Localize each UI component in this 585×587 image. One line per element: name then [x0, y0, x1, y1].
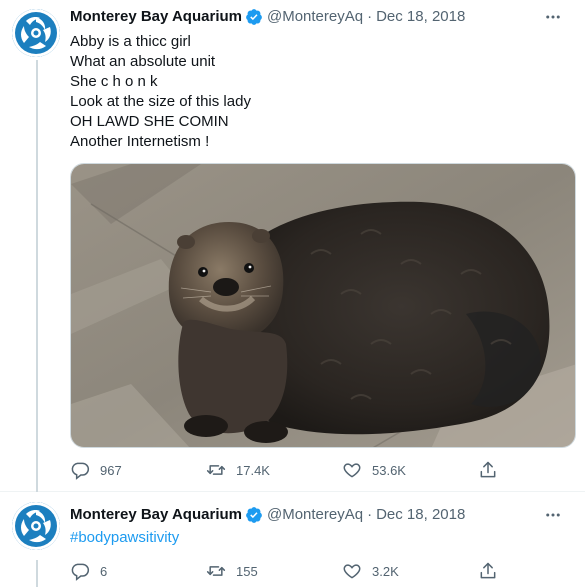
tweet-text-line: OH LAWD SHE COMIN: [70, 113, 229, 130]
reply-icon: [70, 561, 90, 581]
reply-icon: [70, 460, 90, 480]
verified-badge-icon: [245, 506, 263, 524]
hashtag-link[interactable]: #bodypawsitivity: [70, 528, 573, 548]
tweet-actions: 967 17.4K 53.6K: [70, 458, 500, 482]
like-count: 53.6K: [372, 462, 406, 478]
like-icon: [342, 460, 362, 480]
reply-button[interactable]: 967: [70, 458, 170, 482]
thread-connector-line: [36, 60, 38, 492]
like-button[interactable]: 53.6K: [342, 458, 442, 482]
avatar[interactable]: [12, 502, 60, 550]
sea-otter-photo: [71, 164, 575, 447]
author-name[interactable]: Monterey Bay Aquarium: [70, 505, 242, 525]
more-options-icon[interactable]: [541, 5, 565, 29]
tweet-header: Monterey Bay Aquarium @MontereyAq · Dec …: [70, 505, 573, 525]
share-button[interactable]: [478, 458, 500, 482]
retweet-icon: [206, 460, 226, 480]
tweet-text-line: Abby is a thicc girl: [70, 33, 191, 50]
verified-badge-icon: [245, 8, 263, 26]
retweet-count: 155: [236, 563, 258, 579]
author-handle[interactable]: @MontereyAq: [267, 505, 363, 525]
thread-connector-line: [36, 560, 38, 587]
tweet-media-photo[interactable]: [70, 163, 576, 448]
separator-dot: ·: [367, 506, 373, 523]
aquarium-logo-icon: [12, 502, 60, 550]
reply-button[interactable]: 6: [70, 559, 170, 583]
retweet-count: 17.4K: [236, 462, 270, 478]
share-icon: [478, 561, 498, 581]
reply-count: 6: [100, 563, 108, 579]
author-handle[interactable]: @MontereyAq: [267, 7, 363, 27]
author-name[interactable]: Monterey Bay Aquarium: [70, 7, 242, 27]
reply-count: 967: [100, 462, 122, 478]
tweet-date[interactable]: Dec 18, 2018: [376, 7, 465, 27]
tweet-text-line: What an absolute unit: [70, 53, 216, 70]
like-count: 3.2K: [372, 563, 399, 579]
like-button[interactable]: 3.2K: [342, 559, 442, 583]
tweet[interactable]: Monterey Bay Aquarium @MontereyAq · Dec …: [0, 492, 585, 587]
aquarium-logo-icon: [12, 9, 60, 57]
tweet-text-line: She c h o n k: [70, 73, 158, 90]
separator-dot: ·: [367, 8, 373, 25]
share-icon: [478, 460, 498, 480]
more-options-icon[interactable]: [541, 503, 565, 527]
retweet-icon: [206, 561, 226, 581]
retweet-button[interactable]: 155: [206, 559, 306, 583]
tweet-actions: 6 155 3.2K: [70, 559, 500, 583]
tweet-text: #bodypawsitivity: [70, 528, 573, 548]
retweet-button[interactable]: 17.4K: [206, 458, 306, 482]
tweet[interactable]: Monterey Bay Aquarium @MontereyAq · Dec …: [0, 0, 585, 492]
tweet-header: Monterey Bay Aquarium @MontereyAq · Dec …: [70, 7, 573, 27]
tweet-date[interactable]: Dec 18, 2018: [376, 505, 465, 525]
tweet-text-line: Look at the size of this lady: [70, 93, 251, 110]
tweet-text: Abby is a thicc girl What an absolute un…: [70, 32, 573, 152]
like-icon: [342, 561, 362, 581]
avatar[interactable]: [12, 9, 60, 57]
tweet-text-line: Another Internetism !: [70, 133, 210, 150]
share-button[interactable]: [478, 559, 500, 583]
